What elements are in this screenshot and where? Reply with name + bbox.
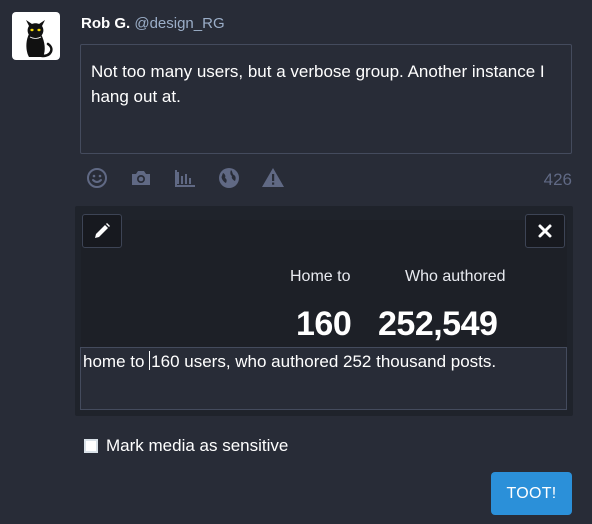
globe-icon xyxy=(219,168,239,188)
account-header: Rob G. @design_RG xyxy=(81,14,225,34)
privacy-button[interactable] xyxy=(216,165,242,191)
media-description-input[interactable]: home to 160 users, who authored 252 thou… xyxy=(80,347,567,410)
media-attachment: Home to Who authored 160 252,549 home to… xyxy=(75,206,573,416)
text-caret xyxy=(149,351,151,370)
pencil-icon xyxy=(95,223,110,238)
compose-textarea[interactable]: Not too many users, but a verbose group.… xyxy=(80,44,572,154)
attachment-image: Home to Who authored 160 252,549 xyxy=(81,220,567,352)
character-counter: 426 xyxy=(543,170,572,189)
emoji-icon xyxy=(87,168,107,188)
content-warning-button[interactable] xyxy=(260,165,286,191)
image-label-home: Home to xyxy=(290,268,351,285)
black-cat-icon xyxy=(26,20,53,58)
image-number-users: 160 xyxy=(296,305,352,343)
image-label-authored: Who authored xyxy=(405,268,506,285)
emoji-button[interactable] xyxy=(84,165,110,191)
description-text-before-caret: home to xyxy=(83,352,150,371)
edit-media-button[interactable] xyxy=(82,214,122,248)
compose-text: Not too many users, but a verbose group.… xyxy=(91,62,545,106)
sensitive-toggle[interactable]: Mark media as sensitive xyxy=(84,435,288,457)
camera-icon xyxy=(132,171,150,185)
display-name[interactable]: Rob G. xyxy=(81,15,130,32)
compose-form: Rob G. @design_RG Not too many users, bu… xyxy=(0,0,592,524)
avatar[interactable] xyxy=(12,12,60,60)
poll-icon xyxy=(175,170,195,187)
description-text-after-caret: 160 users, who authored 252 thousand pos… xyxy=(151,352,497,371)
compose-toolbar: 426 xyxy=(80,162,572,196)
poll-button[interactable] xyxy=(172,165,198,191)
remove-media-button[interactable] xyxy=(525,214,565,248)
sensitive-label: Mark media as sensitive xyxy=(106,436,289,455)
account-handle[interactable]: @design_RG xyxy=(134,15,224,32)
image-number-posts: 252,549 xyxy=(378,305,498,343)
toot-button[interactable]: TOOT! xyxy=(491,472,572,515)
warning-icon xyxy=(262,168,284,187)
close-icon xyxy=(538,224,552,238)
upload-media-button[interactable] xyxy=(128,165,154,191)
sensitive-checkbox[interactable] xyxy=(84,439,98,453)
